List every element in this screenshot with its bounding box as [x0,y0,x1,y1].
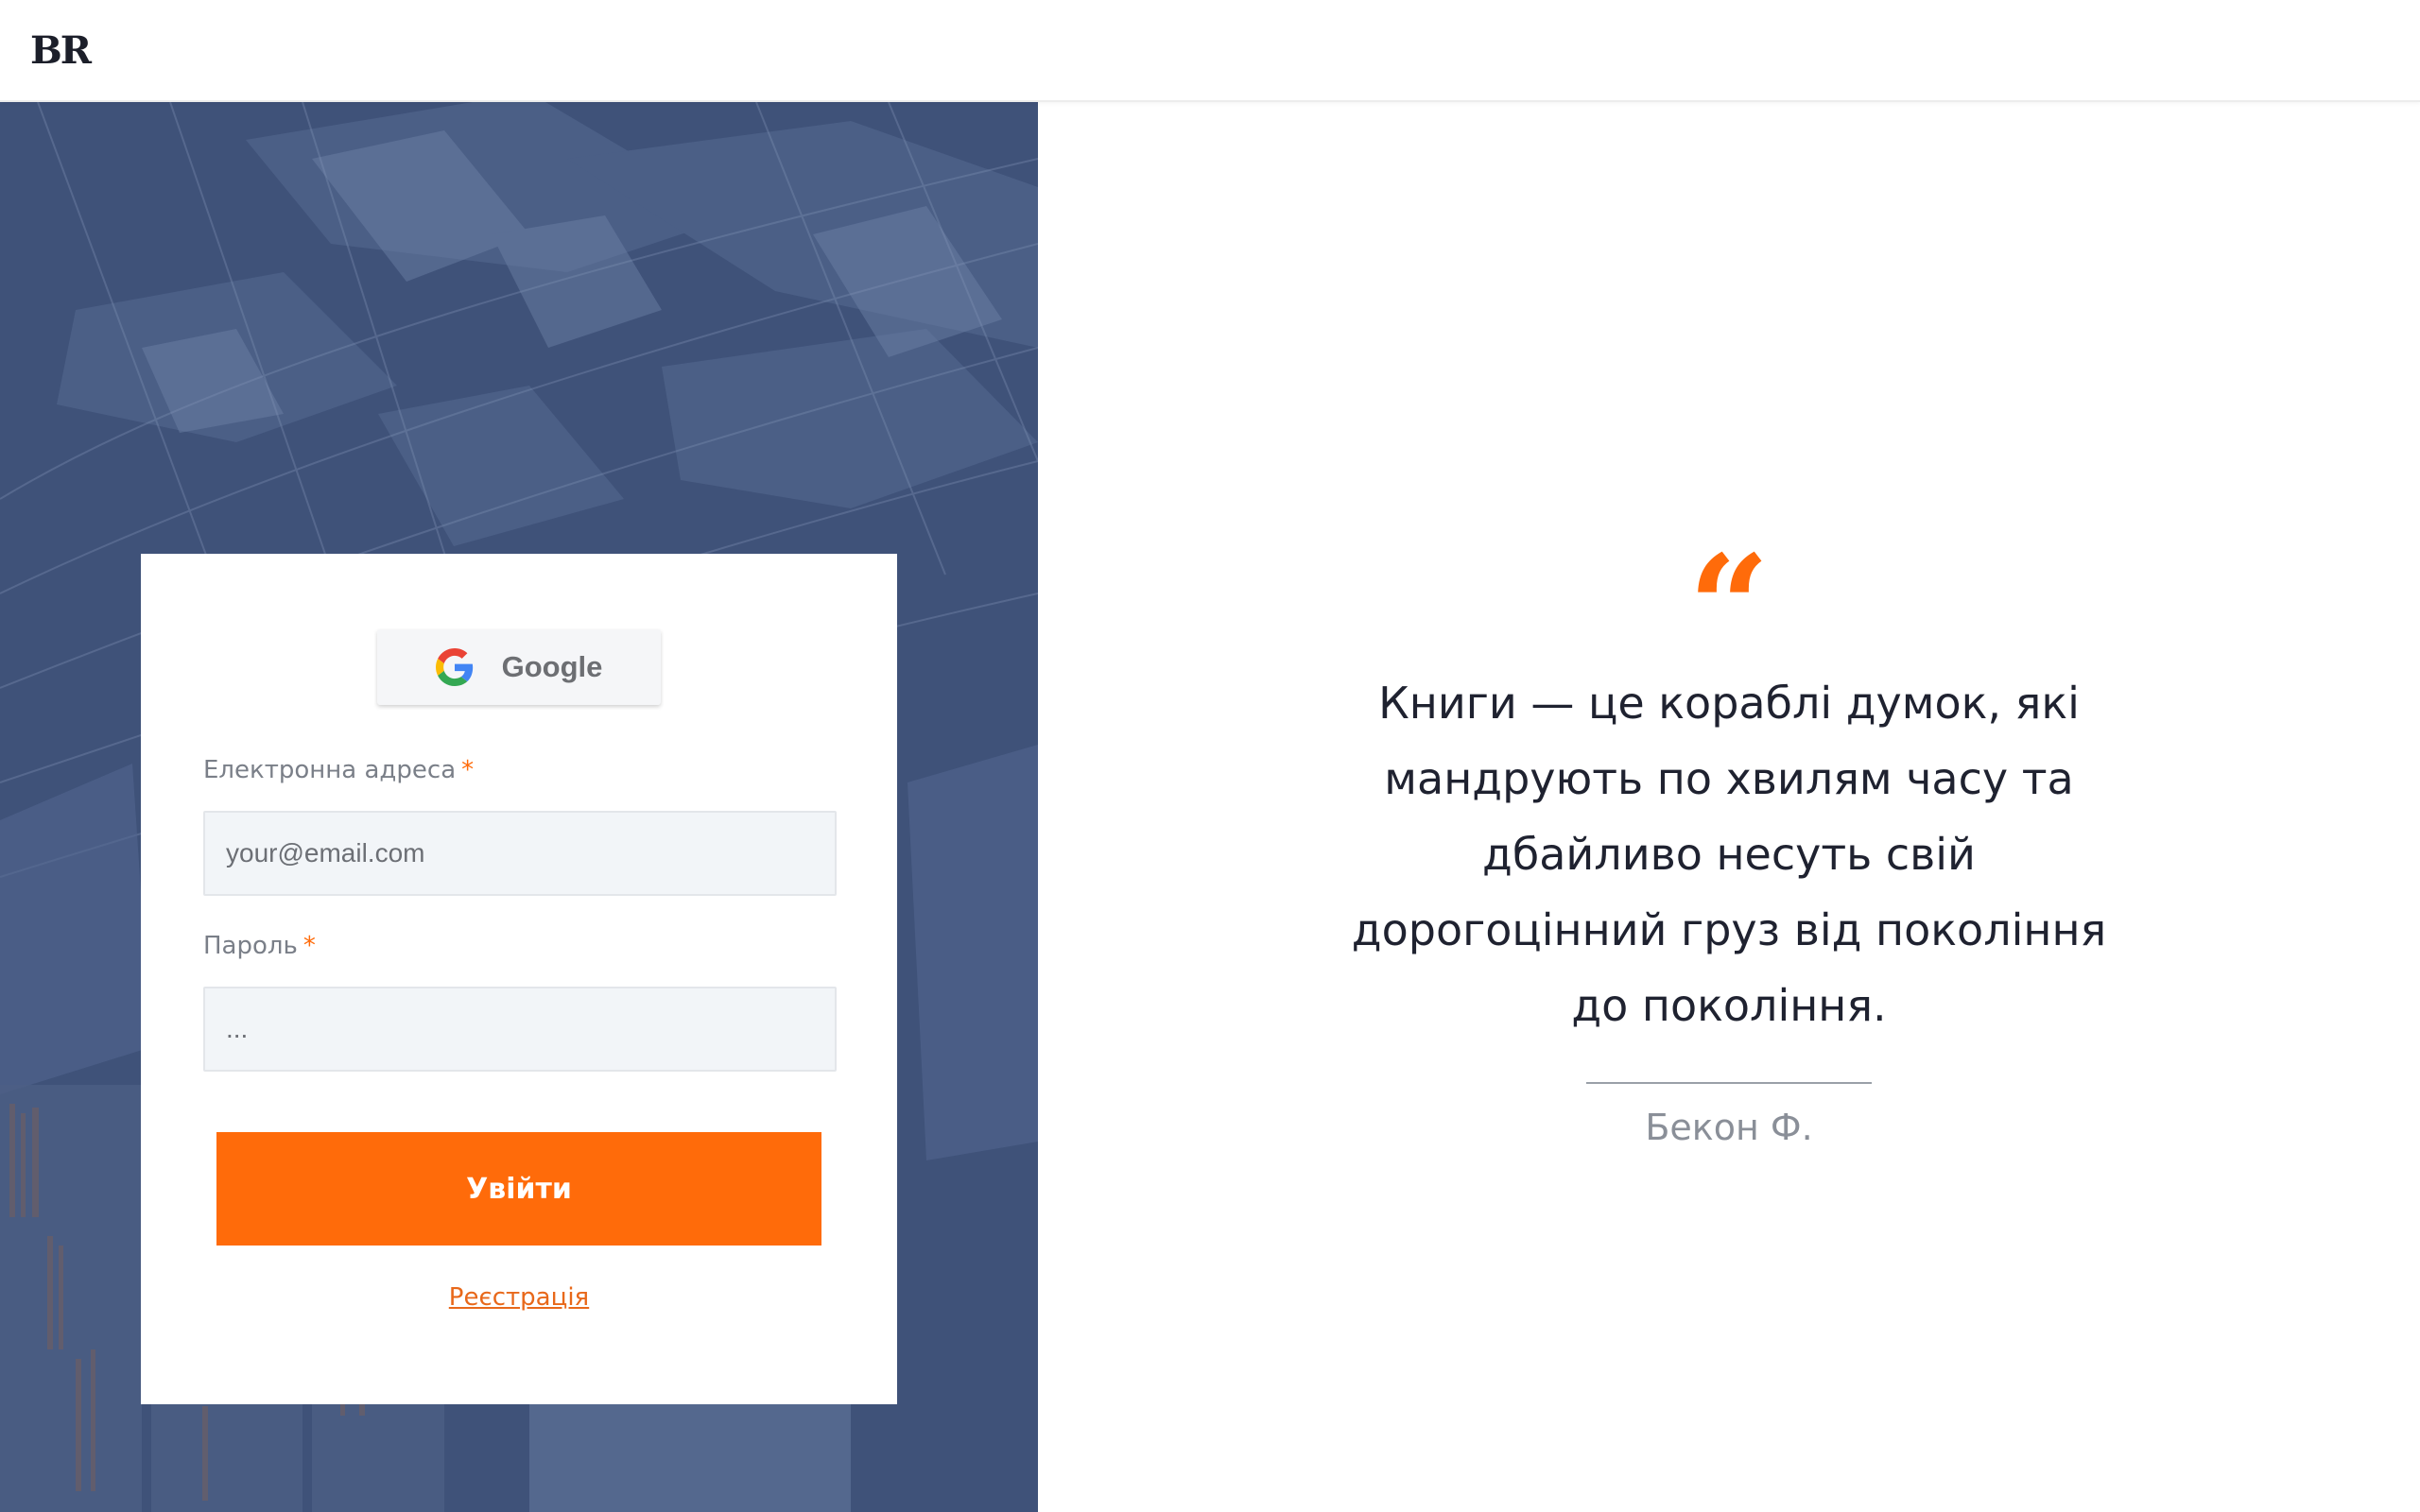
quote-panel: “ Книги — це кораблі думок, які мандруют… [1038,102,2420,1512]
password-label-text: Пароль [203,932,298,960]
email-label: Електронна адреса * [203,756,474,784]
password-input[interactable] [203,987,837,1072]
login-form: Google Електронна адреса* Пароль* Увійти… [141,554,897,1404]
password-required-mark: * [302,932,316,960]
google-g-icon [435,648,473,686]
google-button-label: Google [501,650,603,683]
email-label-text: Електронна адреса [203,756,457,784]
email-required-mark: * [461,756,475,784]
register-link[interactable]: Реєстрація [141,1283,897,1312]
quote-author: Бекон Ф. [1645,1107,1813,1148]
email-input[interactable] [203,811,837,896]
quote-text: Книги — це кораблі думок, які мандрують … [1351,678,2107,1031]
login-panel: Google Електронна адреса* Пароль* Увійти… [0,102,1038,1512]
top-bar: BR [0,0,2420,102]
password-label: Пароль * [203,932,316,960]
login-submit-button[interactable]: Увійти [216,1132,821,1246]
google-sign-in-button[interactable]: Google [377,629,661,705]
quote-mark-icon: “ [1687,524,1771,691]
quote-divider [1586,1082,1872,1084]
brand-logo[interactable]: BR [30,28,92,73]
